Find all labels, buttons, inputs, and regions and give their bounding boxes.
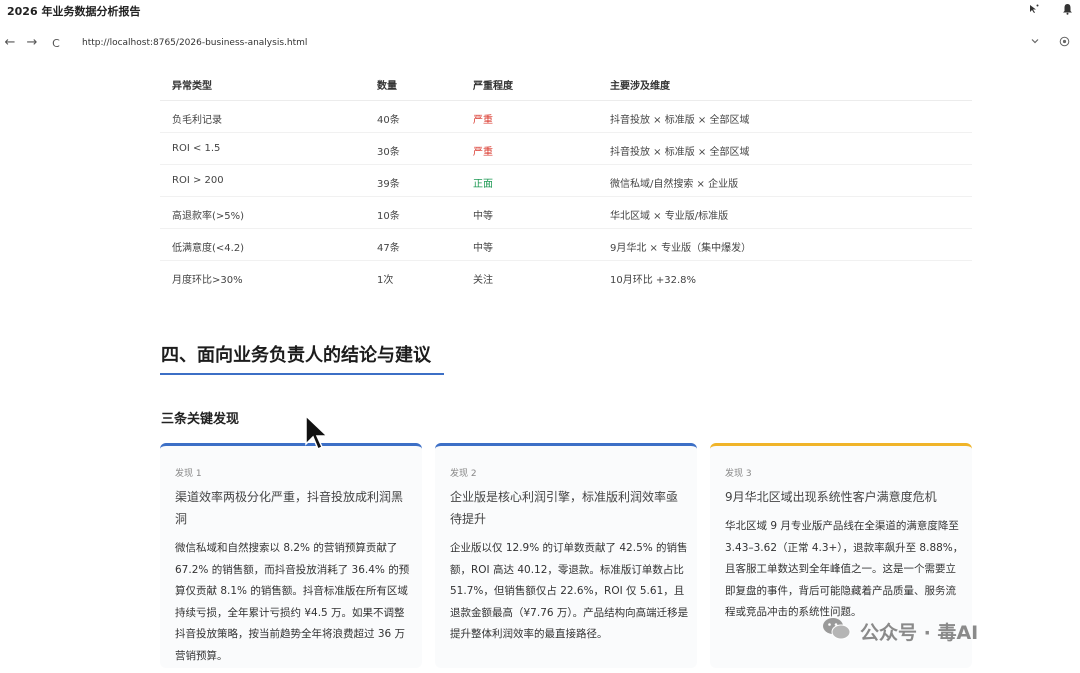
table-row: ROI < 1.5 30条 严重 抖音投放 × 标准版 × 全部区域 [160,133,972,165]
finding-body: 企业版以仅 12.9% 的订单数贡献了 42.5% 的销售额，ROI 高达 40… [450,542,689,640]
cell-type: ROI < 1.5 [172,143,221,154]
finding-title: 渠道效率两极分化严重，抖音投放成利润黑洞 [175,490,404,526]
table-row: 月度环比>30% 1次 关注 10月环比 +32.8% [160,261,972,293]
cell-severity: 正面 [473,179,493,190]
finding-title: 9月华北区域出现系统性客户满意度危机 [725,490,937,504]
cell-type: 月度环比>30% [172,275,243,286]
watermark-text: 公众号 · 毒AI [860,621,979,644]
table-row: 高退款率(>5%) 10条 中等 华北区域 × 专业版/标准版 [160,197,972,229]
cell-severity: 严重 [473,115,493,126]
cell-severity: 中等 [473,243,493,254]
cell-type: 高退款率(>5%) [172,211,245,222]
cell-count: 30条 [377,147,400,158]
forward-button[interactable]: → [24,35,40,50]
reload-button[interactable]: C [48,37,64,50]
bell-icon[interactable] [1062,3,1073,18]
settings-icon[interactable] [1059,36,1070,50]
finding-tag: 发现 2 [450,469,477,479]
window-titlebar: 2026 年业务数据分析报告 [0,0,1080,24]
finding-body: 华北区域 9 月专业版产品线在全渠道的满意度降至 3.43–3.62（正常 4.… [725,520,964,618]
cell-severity: 严重 [473,147,493,158]
chevron-down-icon[interactable] [1030,36,1040,49]
address-bar: ← → C http://localhost:8765/2026-busines… [0,32,1080,56]
header-count: 数量 [377,81,397,92]
table-header: 异常类型 数量 严重程度 主要涉及维度 [160,68,972,101]
cell-count: 47条 [377,243,400,254]
cell-count: 39条 [377,179,400,190]
extension-icon[interactable] [1028,3,1040,18]
cell-type: 低满意度(<4.2) [172,243,245,254]
anomaly-table: 异常类型 数量 严重程度 主要涉及维度 负毛利记录 40条 严重 抖音投放 × … [160,68,972,293]
cell-type: ROI > 200 [172,175,224,186]
cell-dimension: 10月环比 +32.8% [610,275,697,286]
cell-dimension: 华北区域 × 专业版/标准版 [610,211,729,222]
watermark: 公众号 · 毒AI [822,617,978,645]
cell-dimension: 抖音投放 × 标准版 × 全部区域 [610,147,750,158]
back-button[interactable]: ← [2,35,18,50]
findings-subtitle: 三条关键发现 [161,412,240,427]
cell-dimension: 抖音投放 × 标准版 × 全部区域 [610,115,750,126]
mouse-cursor-icon [304,414,330,454]
finding-card-1: 发现 1 渠道效率两极分化严重，抖音投放成利润黑洞 微信私域和自然搜索以 8.2… [160,443,422,668]
window-title: 2026 年业务数据分析报告 [7,5,141,18]
finding-tag: 发现 1 [175,469,202,479]
cell-dimension: 9月华北 × 专业版（集中爆发） [610,243,752,254]
cell-count: 10条 [377,211,400,222]
finding-body: 微信私域和自然搜索以 8.2% 的营销预算贡献了 67.2% 的销售额，而抖音投… [175,542,410,662]
finding-tag: 发现 3 [725,469,752,479]
table-row: 负毛利记录 40条 严重 抖音投放 × 标准版 × 全部区域 [160,101,972,133]
section-underline [160,373,444,375]
header-severity: 严重程度 [473,81,513,92]
table-row: 低满意度(<4.2) 47条 中等 9月华北 × 专业版（集中爆发） [160,229,972,261]
url-field[interactable]: http://localhost:8765/2026-business-anal… [82,38,307,48]
cell-count: 40条 [377,115,400,126]
header-dimension: 主要涉及维度 [610,81,670,92]
header-anomaly-type: 异常类型 [172,81,212,92]
section-title: 四、面向业务负责人的结论与建议 [161,345,431,366]
cell-severity: 关注 [473,275,493,286]
cell-dimension: 微信私域/自然搜索 × 企业版 [610,179,739,190]
cell-severity: 中等 [473,211,493,222]
finding-card-2: 发现 2 企业版是核心利润引擎，标准版利润效率亟待提升 企业版以仅 12.9% … [435,443,697,668]
cell-count: 1次 [377,275,394,286]
cell-type: 负毛利记录 [172,115,222,126]
wechat-logo-icon [822,616,852,646]
table-row: ROI > 200 39条 正面 微信私域/自然搜索 × 企业版 [160,165,972,197]
finding-title: 企业版是核心利润引擎，标准版利润效率亟待提升 [450,490,679,526]
